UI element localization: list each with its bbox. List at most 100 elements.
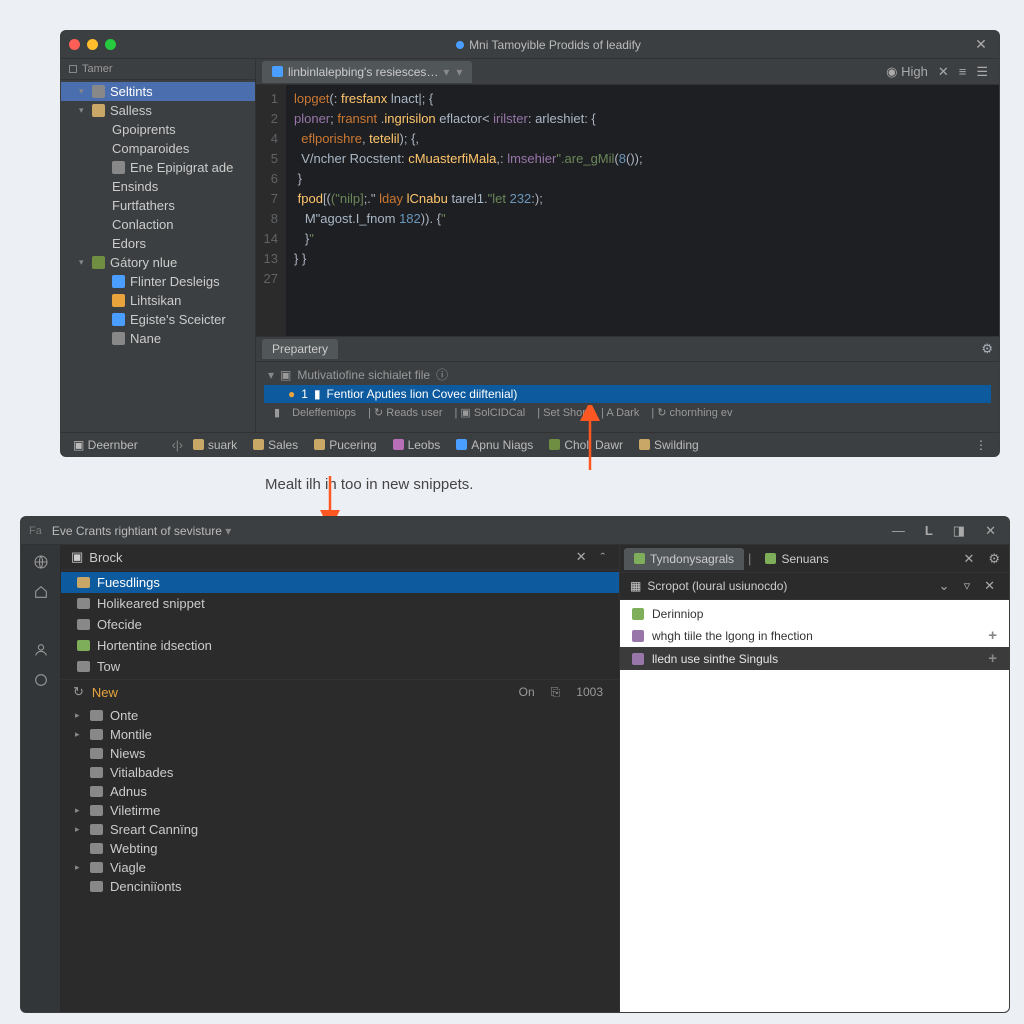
status-item[interactable]: suark	[187, 436, 243, 454]
snippets-list: Derinniopwhgh tiile the lgong in fhectio…	[620, 600, 1009, 1012]
explorer-collapse-icon[interactable]: ˆ	[597, 550, 609, 565]
close-dot[interactable]	[69, 39, 80, 50]
scope-filter-icon[interactable]: ▿	[960, 578, 975, 594]
problems-tool[interactable]: Deleffemiops	[288, 406, 360, 420]
code-content[interactable]: lopget(: fresfanx lnact|; {ploner; frans…	[286, 85, 999, 336]
tree-item[interactable]: Furtfathers	[61, 196, 255, 215]
editor-area: linbinlalepbing's resiesces…▾▾ ◉ High ✕ …	[256, 59, 999, 432]
problems-tool[interactable]: | A Dark	[597, 406, 643, 420]
minimize-icon[interactable]: —	[887, 523, 910, 538]
explorer-close-icon[interactable]: ✕	[572, 549, 591, 565]
status-item[interactable]: Apnu Niags	[450, 436, 539, 454]
tab-close-icon[interactable]: ✕	[933, 64, 954, 80]
tree-item[interactable]: Lihtsikan	[61, 291, 255, 310]
tab-menu-icon[interactable]: ☰	[971, 64, 993, 80]
tab-close-icon[interactable]: ✕	[958, 551, 979, 567]
sub-row[interactable]: ▸Viletirme	[61, 801, 619, 820]
problems-tool[interactable]: | ↻ Reads user	[364, 405, 446, 420]
explorer-header: ▣Brock ✕ ˆ	[61, 545, 619, 570]
explorer-column: ▣Brock ✕ ˆ FuesdlingsHolikeared snippetO…	[61, 545, 619, 1012]
restore-icon[interactable]: L	[920, 523, 938, 538]
problems-panel: Prepartery ⚙ ▾▣Mutivatiofine sichialet f…	[256, 336, 999, 432]
tree-item[interactable]: ▾Seltints	[61, 82, 255, 101]
sub-row[interactable]: ▸Onte	[61, 706, 619, 725]
snippet-row[interactable]: whgh tiile the lgong in fhection+	[620, 624, 1009, 647]
ide-window-bottom: Fa Eve Crants rightiant of sevisture ▾ —…	[20, 516, 1010, 1013]
rail-circle-icon[interactable]	[30, 669, 52, 691]
title-icon	[456, 41, 464, 49]
file-row[interactable]: Holikeared snippet	[61, 593, 619, 614]
new-tool-3[interactable]: 1003	[572, 685, 607, 699]
new-tool-1[interactable]: On	[515, 685, 539, 699]
problems-tab[interactable]: Prepartery	[262, 339, 338, 359]
file-row[interactable]: Ofecide	[61, 614, 619, 635]
ide-window-top: Mni Tamoyible Prodids of leadify ✕ Tamer…	[60, 30, 1000, 457]
snippet-row[interactable]: lledn use sinthe Singuls+	[620, 647, 1009, 670]
snippets-column: Tyndonysagrals | Senuans ✕ ⚙ ▦Scropot (l…	[619, 545, 1009, 1012]
status-item[interactable]: Sales	[247, 436, 304, 454]
panel-gear-icon[interactable]: ⚙	[981, 341, 993, 357]
file-row[interactable]: Fuesdlings	[61, 572, 619, 593]
tree-item[interactable]: ▾Salless	[61, 101, 255, 120]
status-more-icon[interactable]: ⋮	[969, 436, 993, 454]
maximize-dot[interactable]	[105, 39, 116, 50]
layout-icon[interactable]: ◨	[948, 523, 970, 539]
status-item[interactable]: Swilding	[633, 436, 705, 454]
tree-item[interactable]: Flinter Desleigs	[61, 272, 255, 291]
file-row[interactable]: Hortentine idsection	[61, 635, 619, 656]
file-row[interactable]: Tow	[61, 656, 619, 677]
status-item[interactable]: Leobs	[387, 436, 447, 454]
rail-accounts-icon[interactable]	[30, 639, 52, 661]
tree-item[interactable]: Egiste's Sceicter	[61, 310, 255, 329]
titlebar: Mni Tamoyible Prodids of leadify ✕	[61, 31, 999, 59]
severity-indicator[interactable]: ◉ High	[881, 64, 933, 80]
window-close-x[interactable]: ✕	[971, 36, 991, 53]
snippets-tab-2[interactable]: Senuans	[755, 548, 838, 570]
tree-item[interactable]: ▾Gátory nlue	[61, 253, 255, 272]
sub-row[interactable]: ▸Sreart Cannïng	[61, 820, 619, 839]
snippet-row[interactable]: Derinniop	[620, 604, 1009, 624]
new-header[interactable]: ↻New On ⎘ 1003	[61, 680, 619, 704]
tab-gear-icon[interactable]: ⚙	[983, 551, 1005, 567]
problems-file-row[interactable]: ▾▣Mutivatiofine sichialet fileⓘ	[264, 364, 991, 385]
sub-row[interactable]: Denciniïonts	[61, 877, 619, 896]
sub-row[interactable]: ▸Viagle	[61, 858, 619, 877]
new-section: ↻New On ⎘ 1003 ▸Onte▸MontileNiewsVitialb…	[61, 679, 619, 898]
activity-rail	[21, 545, 61, 1012]
status-bar: ▣ Deernber‹|›suarkSalesPuceringLeobsApnu…	[61, 432, 999, 456]
tree-item[interactable]: Gpoiprents	[61, 120, 255, 139]
rail-home-icon[interactable]	[30, 581, 52, 603]
status-item[interactable]: Choll Dawr	[543, 436, 629, 454]
sub-row[interactable]: Niews	[61, 744, 619, 763]
line-gutter: 1245678141327	[256, 85, 286, 336]
sidebar-header: Tamer	[61, 59, 255, 80]
problems-tool[interactable]: | ↻ chornhing ev	[647, 405, 736, 420]
sub-row[interactable]: Webting	[61, 839, 619, 858]
scope-chevron-icon[interactable]: ⌄	[935, 578, 954, 594]
status-item[interactable]: ▣ Deernber	[67, 436, 144, 454]
scope-close-icon[interactable]: ✕	[980, 578, 999, 594]
code-editor[interactable]: 1245678141327 lopget(: fresfanx lnact|; …	[256, 85, 999, 336]
status-item[interactable]: Pucering	[308, 436, 382, 454]
sub-row[interactable]: ▸Montile	[61, 725, 619, 744]
problems-tool[interactable]: | ▣ SolCIDCal	[451, 405, 530, 420]
tree-item[interactable]: Nane	[61, 329, 255, 348]
tree-item[interactable]: Edors	[61, 234, 255, 253]
snippets-tab-1[interactable]: Tyndonysagrals	[624, 548, 744, 570]
tab-more-icon[interactable]: ≡	[954, 64, 972, 79]
sub-row[interactable]: Adnus	[61, 782, 619, 801]
tree-item[interactable]: Ensinds	[61, 177, 255, 196]
rail-globe-icon[interactable]	[30, 551, 52, 573]
sub-row[interactable]: Vitialbades	[61, 763, 619, 782]
problems-issue-row[interactable]: ●1▮Fentior Aputies lion Covec diiftenial…	[264, 385, 991, 403]
editor-tab[interactable]: linbinlalepbing's resiesces…▾▾	[262, 61, 472, 83]
tree-item[interactable]: Ene Epipigrat ade	[61, 158, 255, 177]
minimize-dot[interactable]	[87, 39, 98, 50]
close-icon[interactable]: ✕	[980, 523, 1001, 539]
problems-tool[interactable]: | Set Short	[533, 406, 593, 420]
tree-item[interactable]: Conlaction	[61, 215, 255, 234]
new-tool-2[interactable]: ⎘	[547, 685, 565, 700]
annotation-text-1: Mealt ilh in too in new snippets.	[265, 476, 473, 493]
project-sidebar: Tamer ▾Seltints▾SallessGpoiprentsComparo…	[61, 59, 256, 432]
tree-item[interactable]: Comparoides	[61, 139, 255, 158]
